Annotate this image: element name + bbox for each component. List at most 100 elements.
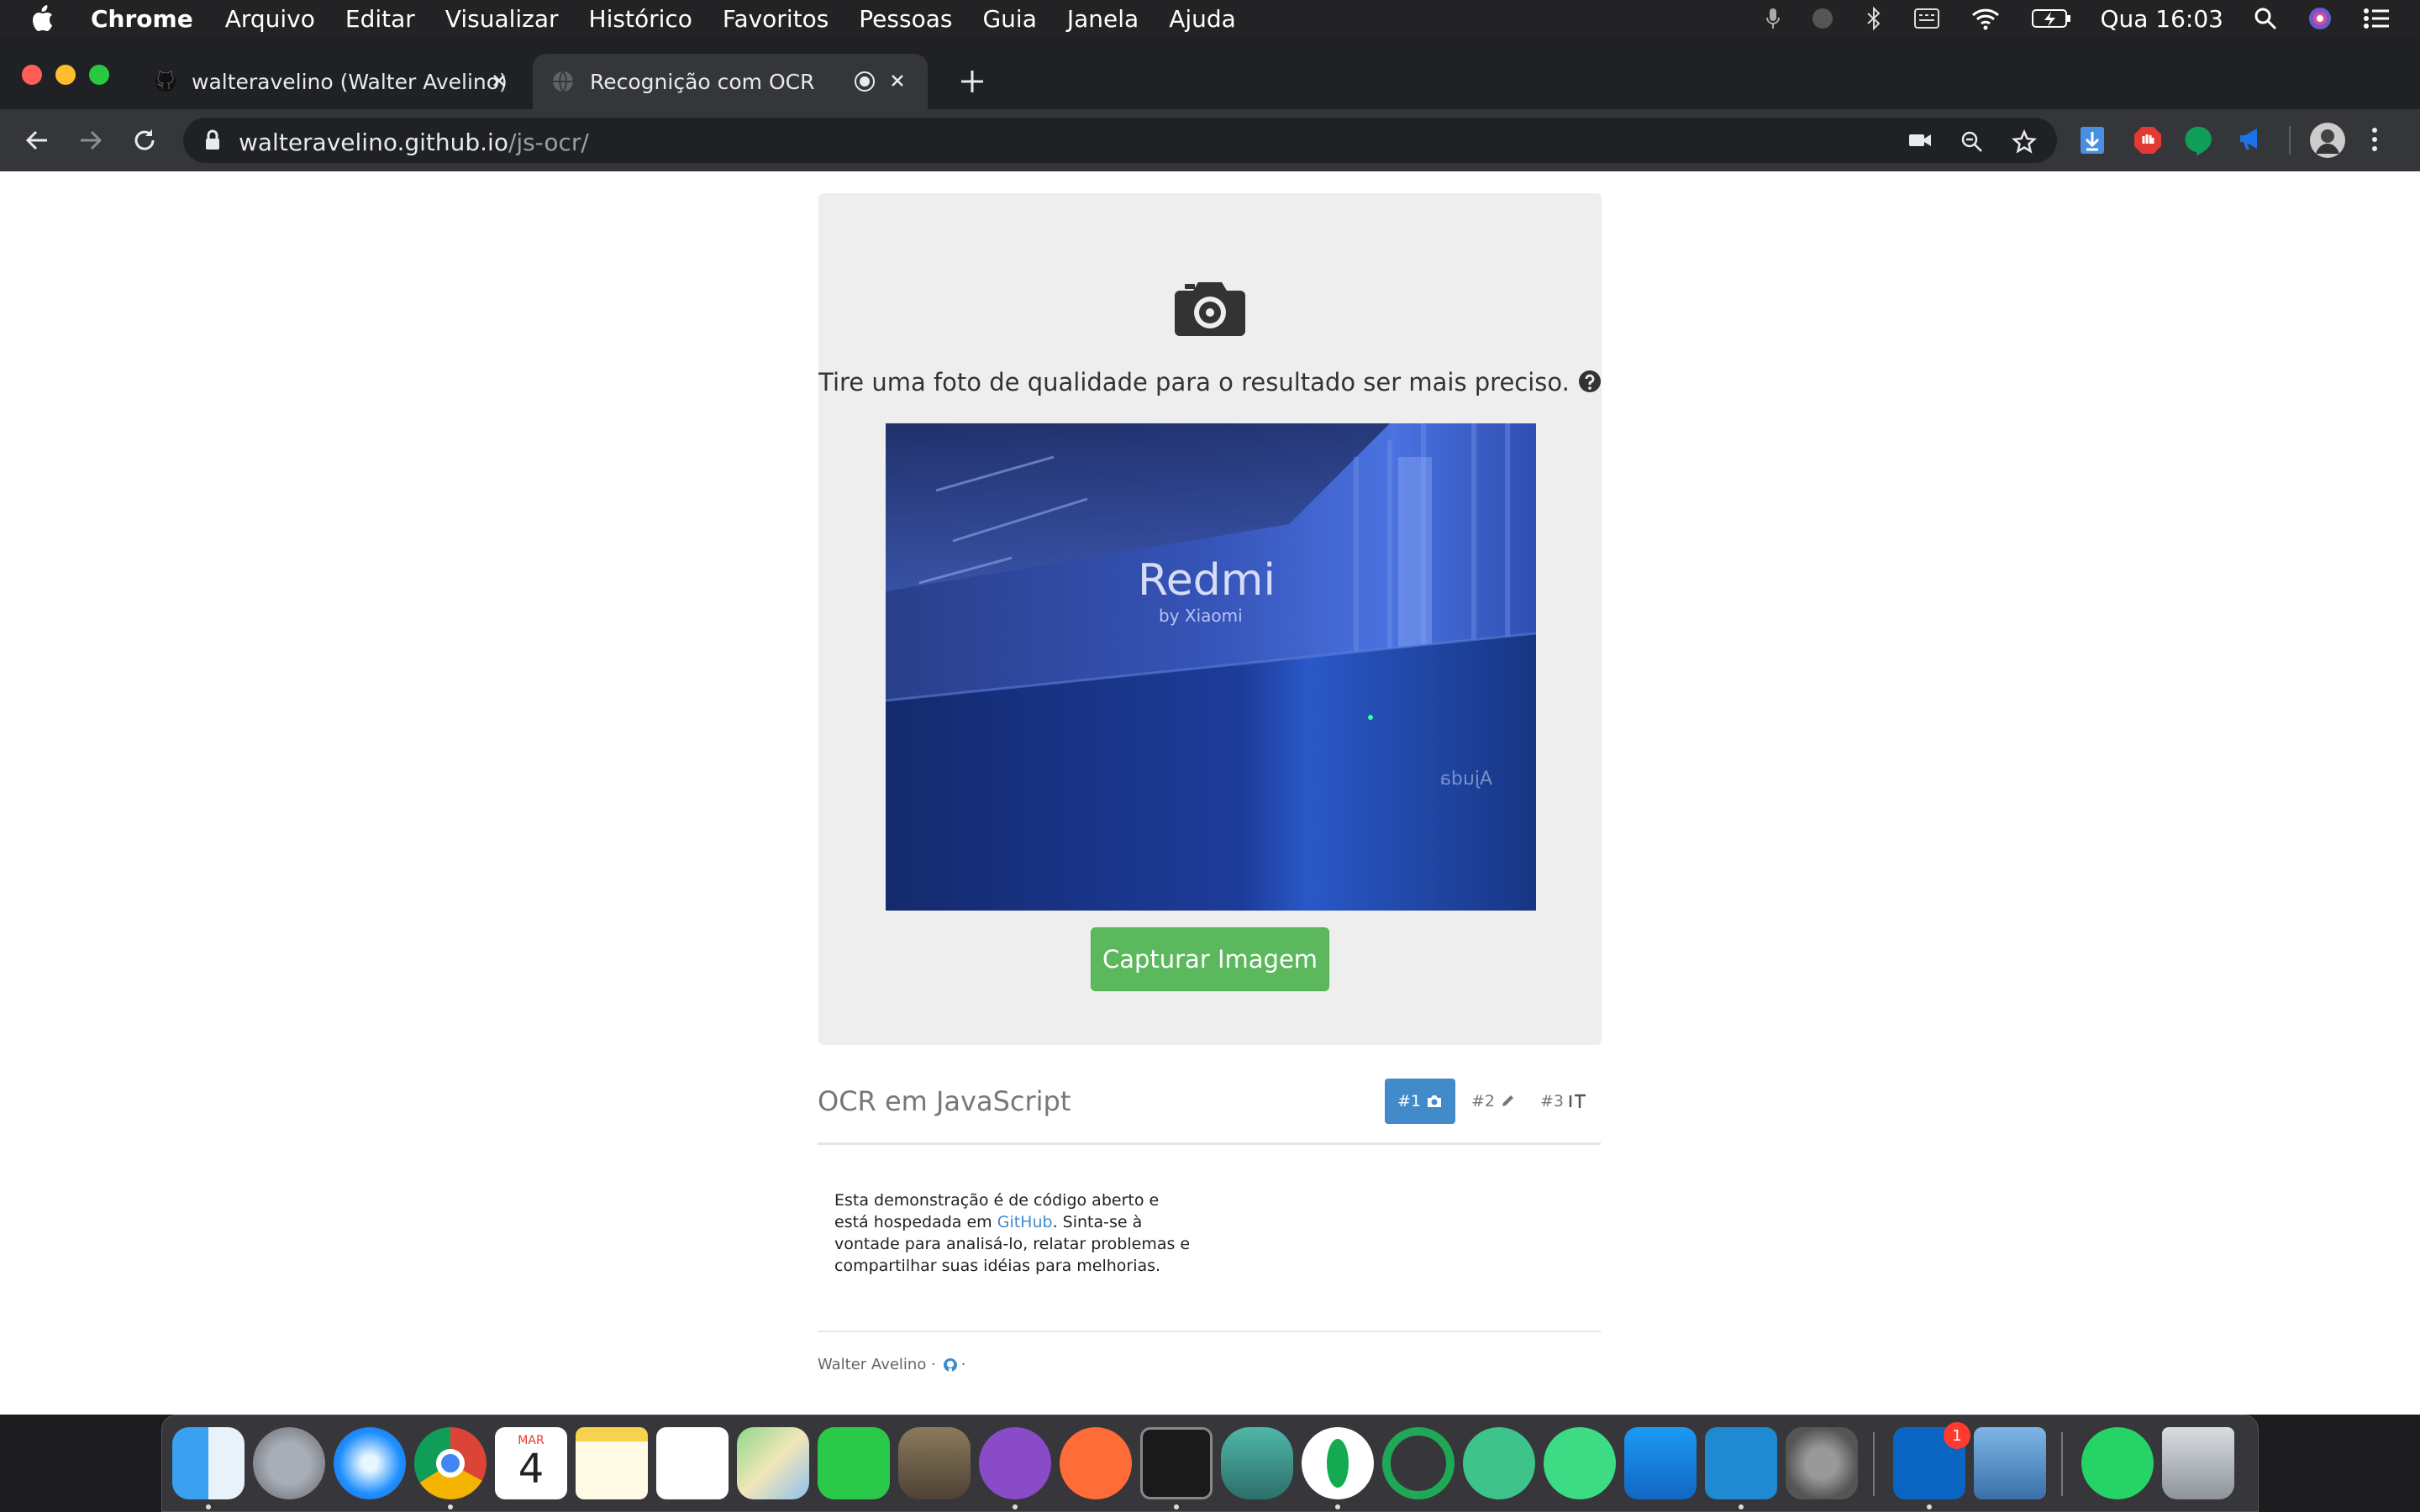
safari-app-icon[interactable] xyxy=(334,1427,406,1499)
close-tab-icon[interactable] xyxy=(887,71,908,91)
text-cursor-icon xyxy=(1569,1092,1587,1110)
instruction-text: Tire uma foto de qualidade para o result… xyxy=(818,368,1602,396)
maps-app-icon[interactable] xyxy=(737,1427,809,1499)
chrome-app-icon[interactable] xyxy=(414,1427,487,1499)
github-desktop-app-icon[interactable] xyxy=(979,1427,1051,1499)
microphone-icon[interactable] xyxy=(1765,7,1781,30)
atom-app-icon[interactable] xyxy=(1463,1427,1535,1499)
outlook-app-icon[interactable]: 1 xyxy=(1893,1422,1970,1499)
tab-github-profile[interactable]: walteravelino (Walter Avelino) xyxy=(143,54,529,109)
announce-extension-icon[interactable] xyxy=(2237,125,2264,152)
facetime-app-icon[interactable] xyxy=(818,1427,890,1499)
page-title: OCR em JavaScript xyxy=(818,1085,1071,1117)
step-2-edit-tab[interactable]: #2 xyxy=(1464,1079,1523,1124)
github-link[interactable]: GitHub xyxy=(997,1213,1053,1231)
notes-app-icon[interactable] xyxy=(576,1427,648,1499)
menubar-clock[interactable]: Qua 16:03 xyxy=(2100,5,2223,33)
github-favicon-icon xyxy=(155,71,176,92)
apple-menu-icon[interactable] xyxy=(30,5,67,32)
camera-preview: Redmi by Xiaomi Ajuda xyxy=(886,423,1536,911)
description-text: Esta demonstração é de código aberto e e… xyxy=(834,1189,1196,1277)
lock-icon[interactable] xyxy=(203,129,222,151)
terminal-app-icon[interactable] xyxy=(1140,1427,1213,1499)
android-studio-app-icon[interactable] xyxy=(1544,1427,1616,1499)
question-circle-icon[interactable] xyxy=(1578,370,1602,393)
notification-center-icon[interactable] xyxy=(2363,8,2390,29)
hangouts-extension-icon[interactable] xyxy=(2185,125,2213,155)
camera-in-use-icon[interactable] xyxy=(1907,129,1933,151)
battery-icon[interactable] xyxy=(2031,7,2071,30)
vscode-app-icon[interactable] xyxy=(1705,1427,1777,1499)
menu-historico[interactable]: Histórico xyxy=(589,5,692,33)
tab-ocr[interactable]: Recognição com OCR xyxy=(533,54,928,109)
reload-button[interactable] xyxy=(129,125,160,155)
spotlight-icon[interactable] xyxy=(2254,7,2277,30)
chrome-menu-icon[interactable] xyxy=(2370,125,2380,154)
menu-favoritos[interactable]: Favoritos xyxy=(723,5,829,33)
url-host: walteravelino.github.io xyxy=(239,129,508,156)
adblock-extension-icon[interactable] xyxy=(2133,125,2163,155)
xcode-app-icon[interactable] xyxy=(1624,1427,1697,1499)
menu-arquivo[interactable]: Arquivo xyxy=(225,5,315,33)
pencil-icon xyxy=(1500,1094,1515,1109)
bluetooth-icon[interactable] xyxy=(1865,7,1883,30)
dock: MAR 4 1 xyxy=(161,1415,2259,1512)
system-preferences-app-icon[interactable] xyxy=(1786,1427,1858,1499)
forward-button[interactable] xyxy=(76,125,106,155)
zoom-window-button[interactable] xyxy=(89,65,109,85)
preview-mirrored-text: Ajuda xyxy=(1439,769,1492,790)
gimp-app-icon[interactable] xyxy=(898,1427,971,1499)
capture-panel: Tire uma foto de qualidade para o result… xyxy=(818,193,1602,1045)
wifi-icon[interactable] xyxy=(1970,7,2001,30)
keyboard-icon[interactable] xyxy=(1913,7,1940,30)
minimize-window-button[interactable] xyxy=(55,65,76,85)
postman-app-icon[interactable] xyxy=(1060,1427,1132,1499)
launchpad-app-icon[interactable] xyxy=(253,1427,325,1499)
sourcetree-app-icon[interactable] xyxy=(1382,1427,1455,1499)
close-window-button[interactable] xyxy=(22,65,42,85)
back-button[interactable] xyxy=(22,125,52,155)
running-indicator xyxy=(448,1504,453,1509)
step-1-camera-tab[interactable]: #1 xyxy=(1385,1079,1455,1124)
new-tab-button[interactable] xyxy=(958,67,986,96)
web-page: Tire uma foto de qualidade para o result… xyxy=(0,171,2420,1415)
running-indicator xyxy=(1013,1504,1018,1509)
address-bar[interactable]: walteravelino.github.io/js-ocr/ xyxy=(183,118,2057,163)
menu-bar: Chrome Arquivo Editar Visualizar Históri… xyxy=(0,0,2420,37)
menu-pessoas[interactable]: Pessoas xyxy=(859,5,952,33)
siri-icon[interactable] xyxy=(2307,6,2333,31)
capture-image-button[interactable]: Capturar Imagem xyxy=(1091,927,1329,991)
github-icon[interactable] xyxy=(943,1357,958,1373)
menu-visualizar[interactable]: Visualizar xyxy=(445,5,559,33)
step-3-text-tab[interactable]: #3 xyxy=(1534,1079,1593,1124)
bookmark-star-icon[interactable] xyxy=(2012,129,2037,155)
download-extension-icon[interactable] xyxy=(2079,125,2106,155)
menu-janela[interactable]: Janela xyxy=(1067,5,1139,33)
mongodb-compass-app-icon[interactable] xyxy=(1302,1427,1374,1499)
running-indicator xyxy=(1174,1504,1179,1509)
tab-title: Recognição com OCR xyxy=(590,69,815,94)
footer-divider xyxy=(818,1331,1601,1332)
preview-brand-text: Redmi xyxy=(1138,555,1276,606)
profile-avatar[interactable] xyxy=(2309,122,2346,159)
whatsapp-app-icon[interactable] xyxy=(2081,1427,2154,1499)
menu-app-name[interactable]: Chrome xyxy=(91,5,193,33)
trash-icon[interactable] xyxy=(2162,1427,2234,1499)
menu-ajuda[interactable]: Ajuda xyxy=(1169,5,1236,33)
moon-icon[interactable] xyxy=(1811,7,1834,30)
preview-app-icon[interactable] xyxy=(1974,1427,2046,1499)
calendar-app-icon[interactable]: MAR 4 xyxy=(495,1427,567,1499)
dock-separator xyxy=(1873,1432,1875,1496)
menu-editar[interactable]: Editar xyxy=(345,5,415,33)
tab-bar: walteravelino (Walter Avelino) Recogniçã… xyxy=(0,37,2420,109)
activity-app-icon[interactable] xyxy=(1221,1427,1293,1499)
finder-app-icon[interactable] xyxy=(172,1427,245,1499)
dock-separator xyxy=(2061,1432,2063,1496)
instruction-label: Tire uma foto de qualidade para o result… xyxy=(818,368,1570,396)
menu-guia[interactable]: Guia xyxy=(982,5,1036,33)
url-text[interactable]: walteravelino.github.io/js-ocr/ xyxy=(239,129,589,156)
zoom-icon[interactable] xyxy=(1960,129,1983,153)
reminders-app-icon[interactable] xyxy=(656,1427,729,1499)
outlook-badge: 1 xyxy=(1944,1422,1970,1449)
close-tab-icon[interactable] xyxy=(489,71,509,91)
